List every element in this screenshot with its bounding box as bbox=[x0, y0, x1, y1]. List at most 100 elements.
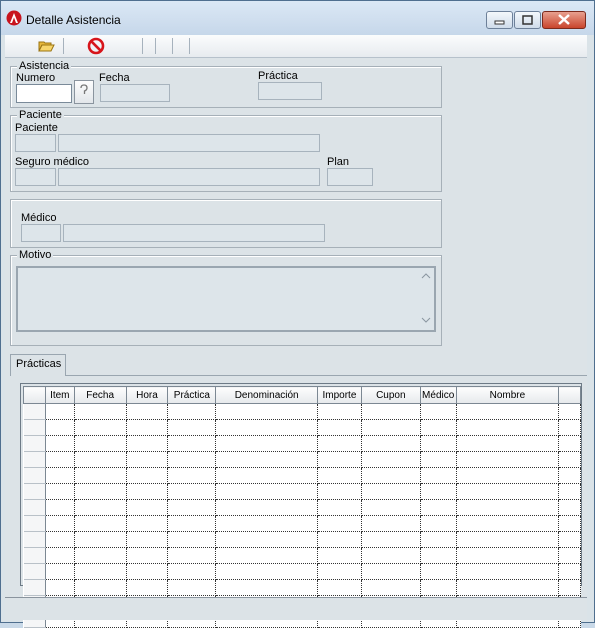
medico-code-field[interactable] bbox=[21, 224, 61, 242]
table-cell[interactable] bbox=[74, 515, 127, 532]
table-cell[interactable] bbox=[361, 467, 421, 484]
row-header-cell[interactable] bbox=[23, 547, 46, 564]
table-cell[interactable] bbox=[126, 435, 169, 452]
table-cell[interactable] bbox=[126, 547, 169, 564]
paciente-name-field[interactable] bbox=[58, 134, 320, 152]
table-cell[interactable] bbox=[456, 451, 560, 468]
grid-column-header[interactable]: Nombre bbox=[455, 386, 560, 404]
table-cell[interactable] bbox=[215, 515, 318, 532]
practica-field[interactable] bbox=[258, 82, 322, 100]
row-header-cell[interactable] bbox=[23, 451, 46, 468]
row-header-cell[interactable] bbox=[23, 531, 46, 548]
table-cell[interactable] bbox=[126, 483, 169, 500]
table-cell[interactable] bbox=[215, 467, 318, 484]
table-cell[interactable] bbox=[167, 579, 217, 596]
table-cell[interactable] bbox=[420, 531, 457, 548]
table-cell[interactable] bbox=[126, 579, 169, 596]
table-cell[interactable] bbox=[317, 419, 362, 436]
table-cell[interactable] bbox=[74, 403, 127, 420]
scroll-up-icon[interactable] bbox=[421, 272, 431, 280]
table-cell[interactable] bbox=[215, 499, 318, 516]
table-cell[interactable] bbox=[45, 579, 75, 596]
table-cell[interactable] bbox=[45, 435, 75, 452]
table-cell[interactable] bbox=[317, 579, 362, 596]
table-cell[interactable] bbox=[361, 483, 421, 500]
table-row[interactable] bbox=[23, 579, 581, 596]
table-cell[interactable] bbox=[215, 483, 318, 500]
table-cell[interactable] bbox=[420, 547, 457, 564]
table-cell[interactable] bbox=[215, 579, 318, 596]
table-cell[interactable] bbox=[74, 499, 127, 516]
row-header-cell[interactable] bbox=[23, 467, 46, 484]
table-cell[interactable] bbox=[361, 515, 421, 532]
grid-column-header[interactable]: Denominación bbox=[215, 386, 318, 404]
table-cell[interactable] bbox=[420, 419, 457, 436]
table-cell[interactable] bbox=[317, 483, 362, 500]
table-cell[interactable] bbox=[74, 547, 127, 564]
table-cell[interactable] bbox=[126, 451, 169, 468]
table-row[interactable] bbox=[23, 563, 581, 580]
table-cell[interactable] bbox=[74, 563, 127, 580]
table-cell[interactable] bbox=[420, 435, 457, 452]
table-cell[interactable] bbox=[126, 499, 169, 516]
table-row[interactable] bbox=[23, 435, 581, 452]
table-row[interactable] bbox=[23, 547, 581, 564]
row-header-cell[interactable] bbox=[23, 563, 46, 580]
table-cell[interactable] bbox=[45, 547, 75, 564]
table-row[interactable] bbox=[23, 515, 581, 532]
table-cell[interactable] bbox=[215, 403, 318, 420]
row-header-cell[interactable] bbox=[23, 435, 46, 452]
table-cell[interactable] bbox=[558, 451, 581, 468]
grid-column-header[interactable]: Práctica bbox=[167, 386, 217, 404]
numero-input[interactable] bbox=[16, 84, 72, 103]
table-cell[interactable] bbox=[456, 547, 560, 564]
table-row[interactable] bbox=[23, 467, 581, 484]
table-cell[interactable] bbox=[317, 467, 362, 484]
table-cell[interactable] bbox=[45, 563, 75, 580]
table-cell[interactable] bbox=[45, 403, 75, 420]
table-cell[interactable] bbox=[74, 579, 127, 596]
table-cell[interactable] bbox=[167, 563, 217, 580]
table-cell[interactable] bbox=[558, 435, 581, 452]
table-cell[interactable] bbox=[215, 547, 318, 564]
table-cell[interactable] bbox=[167, 547, 217, 564]
table-cell[interactable] bbox=[558, 563, 581, 580]
table-cell[interactable] bbox=[361, 563, 421, 580]
paciente-code-field[interactable] bbox=[15, 134, 56, 152]
table-cell[interactable] bbox=[558, 515, 581, 532]
table-cell[interactable] bbox=[361, 579, 421, 596]
table-cell[interactable] bbox=[420, 579, 457, 596]
table-cell[interactable] bbox=[420, 451, 457, 468]
table-cell[interactable] bbox=[317, 547, 362, 564]
table-cell[interactable] bbox=[126, 467, 169, 484]
table-cell[interactable] bbox=[215, 563, 318, 580]
table-cell[interactable] bbox=[558, 483, 581, 500]
table-row[interactable] bbox=[23, 499, 581, 516]
motivo-textarea[interactable] bbox=[16, 266, 436, 332]
table-cell[interactable] bbox=[126, 563, 169, 580]
grid-column-header[interactable]: Médico bbox=[419, 386, 457, 404]
table-cell[interactable] bbox=[74, 467, 127, 484]
numero-lookup-button[interactable] bbox=[74, 80, 94, 104]
table-cell[interactable] bbox=[456, 579, 560, 596]
close-button[interactable] bbox=[542, 11, 586, 29]
table-cell[interactable] bbox=[361, 547, 421, 564]
table-row[interactable] bbox=[23, 531, 581, 548]
minimize-button[interactable] bbox=[486, 11, 513, 29]
table-cell[interactable] bbox=[74, 531, 127, 548]
table-cell[interactable] bbox=[361, 419, 421, 436]
row-header-cell[interactable] bbox=[23, 499, 46, 516]
table-cell[interactable] bbox=[215, 451, 318, 468]
cancel-button[interactable] bbox=[87, 37, 105, 55]
table-cell[interactable] bbox=[45, 531, 75, 548]
table-cell[interactable] bbox=[126, 403, 169, 420]
table-cell[interactable] bbox=[45, 451, 75, 468]
table-cell[interactable] bbox=[126, 419, 169, 436]
row-header-cell[interactable] bbox=[23, 579, 46, 596]
grid-column-header[interactable]: Fecha bbox=[73, 386, 127, 404]
table-cell[interactable] bbox=[558, 547, 581, 564]
medico-name-field[interactable] bbox=[63, 224, 325, 242]
table-cell[interactable] bbox=[45, 483, 75, 500]
table-cell[interactable] bbox=[420, 483, 457, 500]
grid-column-header[interactable]: Hora bbox=[125, 386, 169, 404]
